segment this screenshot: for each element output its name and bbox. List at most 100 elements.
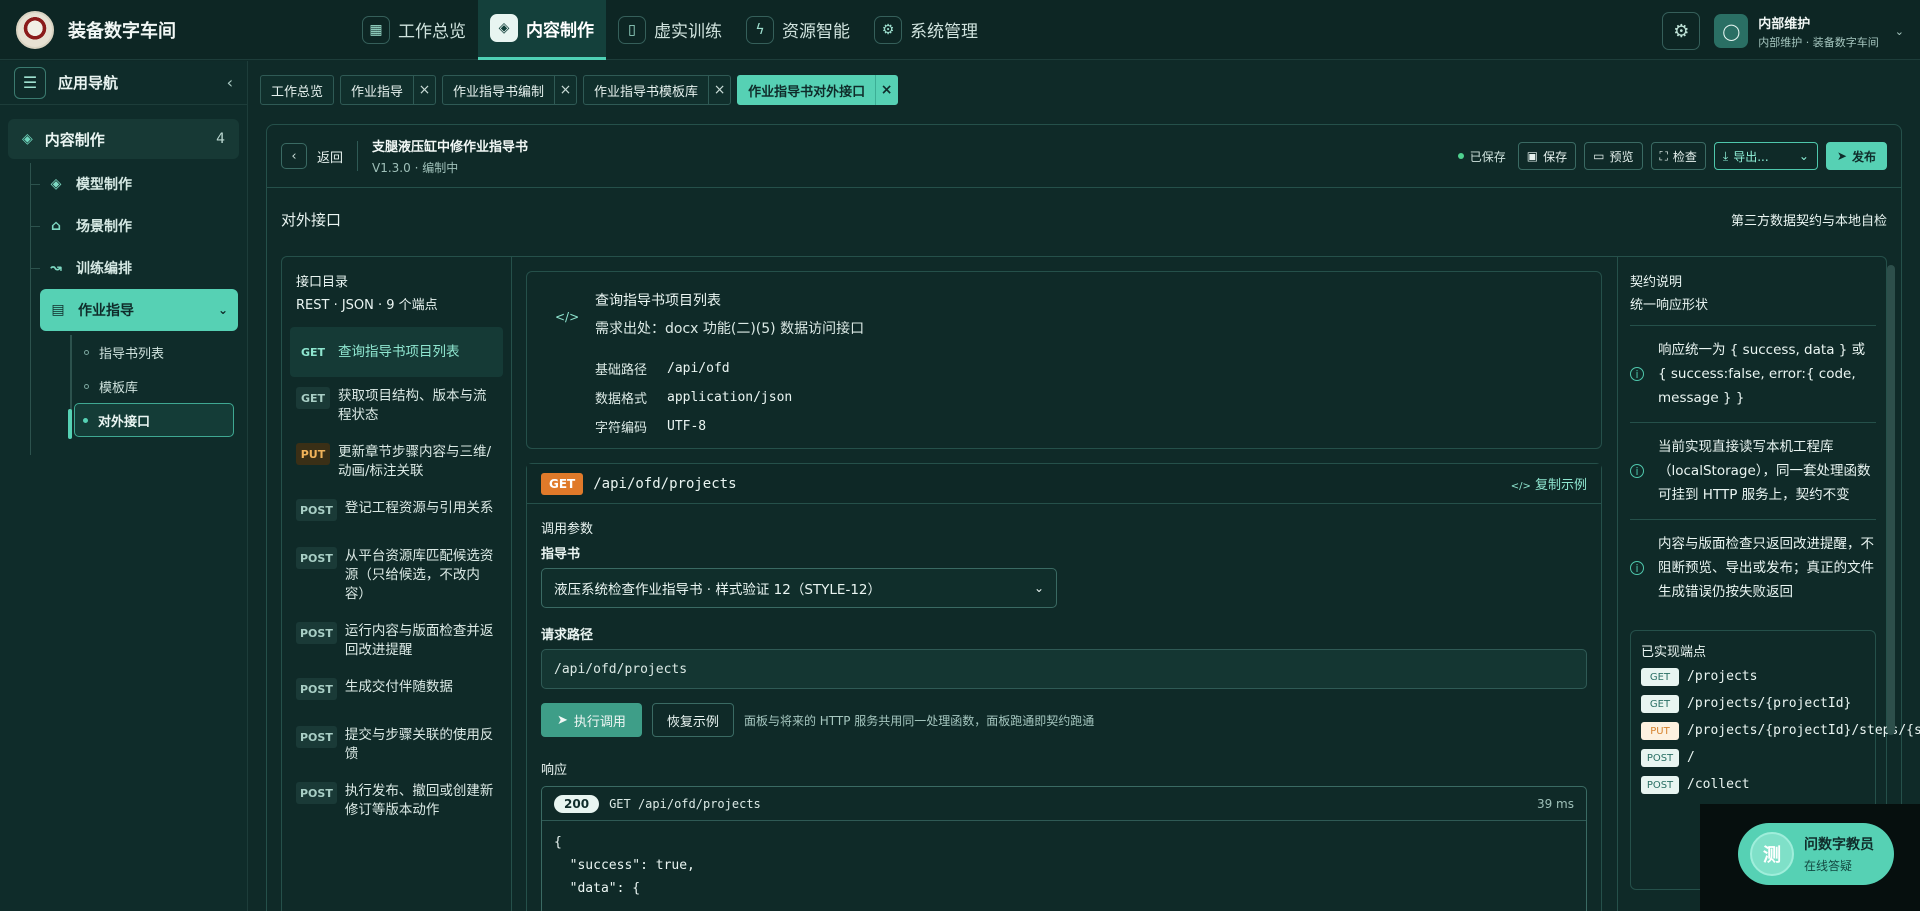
menu-toggle-button[interactable]: ☰: [14, 66, 46, 99]
endpoint-item[interactable]: GET 查询指导书项目列表: [290, 327, 503, 377]
endpoint-item[interactable]: GET 获取项目结构、版本与流程状态: [290, 379, 503, 433]
assistant-button[interactable]: 测 问数字教员 在线答疑: [1738, 823, 1894, 885]
method-badge: GET: [300, 345, 326, 359]
nav-item-1[interactable]: ◈ 内容制作: [478, 0, 606, 60]
send-icon: ➤: [557, 712, 568, 728]
impl-path: /collect: [1687, 777, 1750, 792]
sidebar-subitem-api[interactable]: 对外接口: [74, 403, 234, 437]
response-request: GET /api/ofd/projects: [609, 796, 761, 811]
endpoint-label: 生成交付伴随数据: [344, 679, 453, 695]
endpoint-item[interactable]: POST 执行发布、撤回或创建新修订等版本动作: [290, 774, 503, 828]
nav-item-label: 工作总览: [398, 22, 466, 42]
endpoint-item[interactable]: POST 运行内容与版面检查并返回改进提醒: [290, 614, 503, 668]
close-icon[interactable]: ×: [554, 75, 576, 105]
impl-endpoint: PUT/projects/{projectId}/steps/{stepId}: [1641, 722, 1920, 743]
impl-path: /: [1687, 750, 1695, 765]
tab-label: 作业指导书对外接口: [748, 84, 866, 100]
endpoint-item[interactable]: PUT 更新章节步骤内容与三维/动画/标注关联: [290, 435, 503, 489]
endpoint-item[interactable]: POST 登记工程资源与引用关系: [290, 491, 503, 537]
tab-2[interactable]: 作业指导书编制 ×: [442, 75, 578, 105]
tab-3[interactable]: 作业指导书模板库 ×: [583, 75, 732, 105]
tab-label: 作业指导书模板库: [594, 84, 699, 100]
tab-0[interactable]: 工作总览: [260, 75, 335, 105]
back-label[interactable]: 返回: [317, 141, 359, 171]
back-button[interactable]: ‹: [281, 143, 307, 169]
endpoint-item[interactable]: POST 从平台资源库匹配候选资源（只给候选，不改内容）: [290, 539, 503, 612]
close-icon[interactable]: ×: [413, 75, 435, 105]
monitor-icon: ▭: [1593, 149, 1605, 163]
publish-button[interactable]: ➤ 发布: [1825, 142, 1887, 170]
doc-select[interactable]: 液压系统检查作业指导书 · 样式验证 12（STYLE-12） ⌄: [541, 568, 1057, 608]
nav-item-0[interactable]: ▦ 工作总览: [350, 0, 478, 60]
check-button[interactable]: ⛶ 检查: [1650, 142, 1706, 170]
run-button[interactable]: ➤ 执行调用: [541, 703, 642, 737]
scrollbar[interactable]: [1887, 265, 1895, 735]
sidebar-subitem-templates[interactable]: 模板库: [70, 369, 247, 403]
emblem-logo: [16, 10, 54, 49]
close-icon[interactable]: ×: [708, 75, 730, 105]
sidebar-item-guide[interactable]: ▤ 作业指导 ⌄: [40, 289, 238, 331]
sidebar-item-training[interactable]: ↝ 训练编排: [30, 247, 247, 289]
info-key: 字符编码: [595, 421, 648, 436]
request-path: /api/ofd/projects: [593, 475, 737, 492]
sidebar-subitem-guide-list[interactable]: 指导书列表: [70, 335, 247, 369]
export-dropdown[interactable]: ⤓ 导出... ⌄: [1713, 142, 1818, 170]
sidebar-group-label: 内容制作: [44, 130, 105, 149]
user-menu[interactable]: ◯ 内部维护 内部维护 · 装备数字车间 ⌄: [1714, 13, 1904, 50]
cube-icon: ◈: [50, 176, 62, 192]
preview-button[interactable]: ▭ 预览: [1584, 142, 1643, 170]
endpoint-item[interactable]: POST 提交与步骤关联的使用反馈: [290, 718, 503, 772]
info-icon: i: [1630, 561, 1644, 575]
impl-title: 已实现端点: [1641, 645, 1707, 660]
main-panel: ‹ 返回 支腿液压缸中修作业指导书 V1.3.0 · 编制中 已保存 ▣ 保存 ▭…: [266, 124, 1920, 911]
sidebar-item-model[interactable]: ◈ 模型制作: [30, 163, 247, 205]
gear-icon: ⚙: [1673, 20, 1690, 42]
endpoint-item[interactable]: POST 生成交付伴随数据: [290, 670, 503, 716]
route-icon: ↝: [50, 260, 62, 276]
contract-subtitle: 统一响应形状: [1630, 298, 1709, 313]
endpoint-detail: </> 查询指导书项目列表 需求出处：docx 功能(二)(5) 数据访问接口 …: [512, 257, 1618, 911]
chevron-left-icon[interactable]: ‹: [227, 73, 233, 92]
impl-path: /projects/{projectId}: [1687, 696, 1852, 711]
response-box: 200 GET /api/ofd/projects 39 ms { "succe…: [541, 786, 1587, 911]
brand: 装备数字车间: [0, 10, 350, 49]
method-badge: POST: [296, 678, 337, 700]
status-badge: 200: [554, 794, 600, 813]
method-badge: POST: [296, 622, 337, 644]
copy-example-link[interactable]: </> 复制示例: [1511, 474, 1587, 493]
nav-item-2[interactable]: ▯ 虚实训练: [606, 0, 734, 60]
contract-note: i 内容与版面检查只返回改进提醒，不阻断预览、导出或发布；真正的文件生成错误仍按失…: [1630, 519, 1876, 616]
request-path-input[interactable]: /api/ofd/projects: [541, 649, 1587, 689]
nav-item-label: 资源智能: [782, 22, 850, 42]
endpoint-label: 执行发布、撤回或创建新修订等版本动作: [344, 783, 494, 818]
sidebar-subitem-label: 指导书列表: [99, 346, 165, 362]
tab-1[interactable]: 作业指导 ×: [340, 75, 437, 105]
reset-example-button[interactable]: 恢复示例: [651, 703, 734, 737]
sidebar-group-content[interactable]: ◈ 内容制作 4: [8, 119, 239, 159]
directory-title: 接口目录: [296, 275, 349, 290]
tab-4[interactable]: 作业指导书对外接口 ×: [737, 75, 899, 105]
close-icon[interactable]: ×: [875, 75, 897, 105]
grid-icon: ▦: [362, 15, 390, 44]
code-icon: </>: [555, 310, 580, 324]
nav-item-3[interactable]: ϟ 资源智能: [734, 0, 862, 60]
cube-icon: ◈: [490, 14, 518, 42]
endpoint-label: 登记工程资源与引用关系: [344, 500, 494, 516]
save-button[interactable]: ▣ 保存: [1517, 142, 1577, 170]
endpoint-label: 查询指导书项目列表: [338, 343, 460, 360]
contract-note: i 当前实现直接读写本机工程库（localStorage），同一套处理函数可挂到 …: [1630, 422, 1876, 519]
nav-item-4[interactable]: ⚙ 系统管理: [862, 0, 990, 60]
sidebar-item-scene[interactable]: ⌂ 场景制作: [30, 205, 247, 247]
settings-button[interactable]: ⚙: [1662, 12, 1701, 50]
sidebar-tree: ◈ 模型制作 ⌂ 场景制作 ↝ 训练编排 ▤ 作业指导 ⌄ 指导书列表 模板库: [30, 163, 247, 455]
method-badge: PUT: [296, 443, 330, 465]
sidebar-item-label: 训练编排: [76, 261, 132, 277]
method-badge: POST: [1641, 749, 1679, 767]
section-subtitle: 第三方数据契约与本地自检: [1730, 213, 1887, 229]
api-workspace: 接口目录 REST · JSON · 9 个端点 GET 查询指导书项目列表 GET…: [281, 256, 1920, 911]
brand-title: 装备数字车间: [68, 20, 176, 42]
sidebar-title: 应用导航: [58, 74, 119, 92]
nav-item-label: 虚实训练: [654, 22, 722, 42]
doc-title: 支腿液压缸中修作业指导书: [372, 140, 529, 155]
tab-label: 工作总览: [271, 84, 324, 100]
